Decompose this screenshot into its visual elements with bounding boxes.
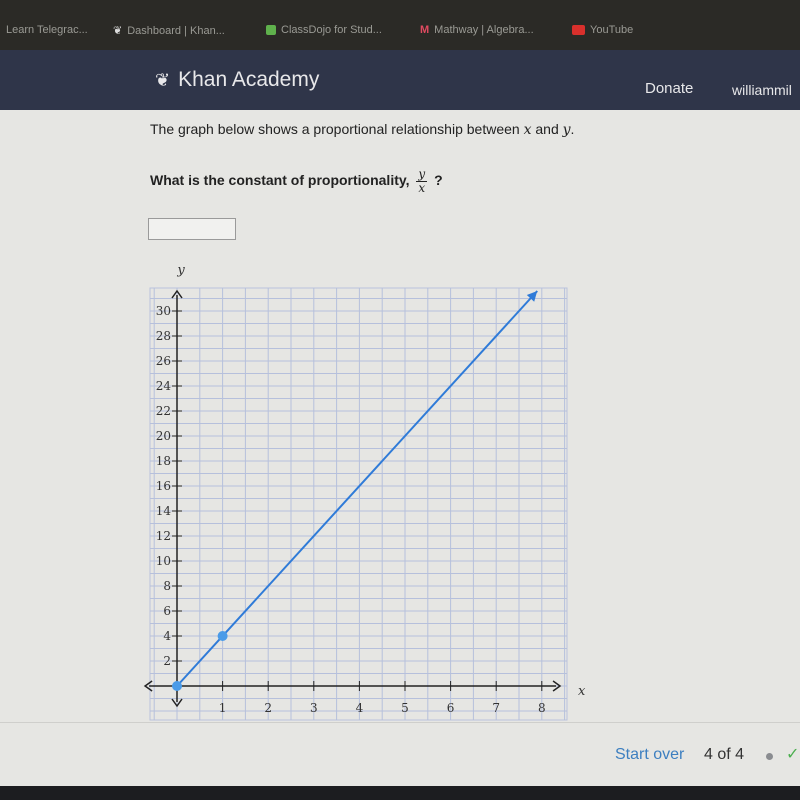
y-tick-label: 16: [156, 479, 171, 493]
x-tick-label: 2: [264, 701, 272, 715]
y-tick-label: 20: [156, 429, 171, 443]
y-tick-label: 12: [156, 529, 171, 543]
y-tick-label: 24: [156, 379, 172, 393]
coordinate-graph: 1 2 3 4 5 6 7 824681012141618202224262830 y x: [143, 263, 586, 721]
y-tick-label: 2: [163, 654, 171, 668]
y-tick-label: 18: [156, 454, 171, 468]
x-tick-label: 4: [356, 701, 364, 715]
y-tick-label: 10: [156, 554, 171, 568]
y-tick-label: 6: [163, 604, 171, 618]
graph-point[interactable]: [217, 631, 228, 641]
y-tick-label: 30: [156, 304, 171, 318]
progress-dot-icon: [766, 753, 773, 760]
y-tick-label: 8: [163, 579, 171, 593]
grid-border: [149, 287, 568, 721]
y-tick-label: 22: [156, 404, 171, 418]
proportional-line: [176, 290, 538, 687]
y-tick-label: 28: [156, 329, 171, 343]
y-tick-label: 14: [156, 504, 172, 518]
checkmark-icon: ✓: [786, 746, 800, 763]
x-tick-label: 8: [538, 701, 546, 715]
x-tick-label: 1: [219, 701, 227, 715]
tick-labels: 1 2 3 4 5 6 7 824681012141618202224262830: [156, 304, 546, 715]
progress-count: 4 of 4: [704, 746, 745, 763]
x-tick-label: 5: [401, 701, 409, 715]
start-over-button[interactable]: Start over: [615, 746, 684, 764]
y-tick-label: 26: [156, 354, 171, 368]
y-tick-label: 4: [163, 629, 171, 643]
x-axis-label: x: [578, 684, 586, 699]
divider: [0, 722, 800, 723]
graph-point[interactable]: [172, 681, 182, 691]
y-axis-label: y: [176, 263, 185, 278]
x-tick-label: 3: [310, 701, 318, 715]
taskbar: [0, 786, 800, 800]
x-tick-label: 6: [447, 701, 455, 715]
x-tick-label: 7: [492, 701, 500, 715]
grid: [149, 287, 568, 721]
